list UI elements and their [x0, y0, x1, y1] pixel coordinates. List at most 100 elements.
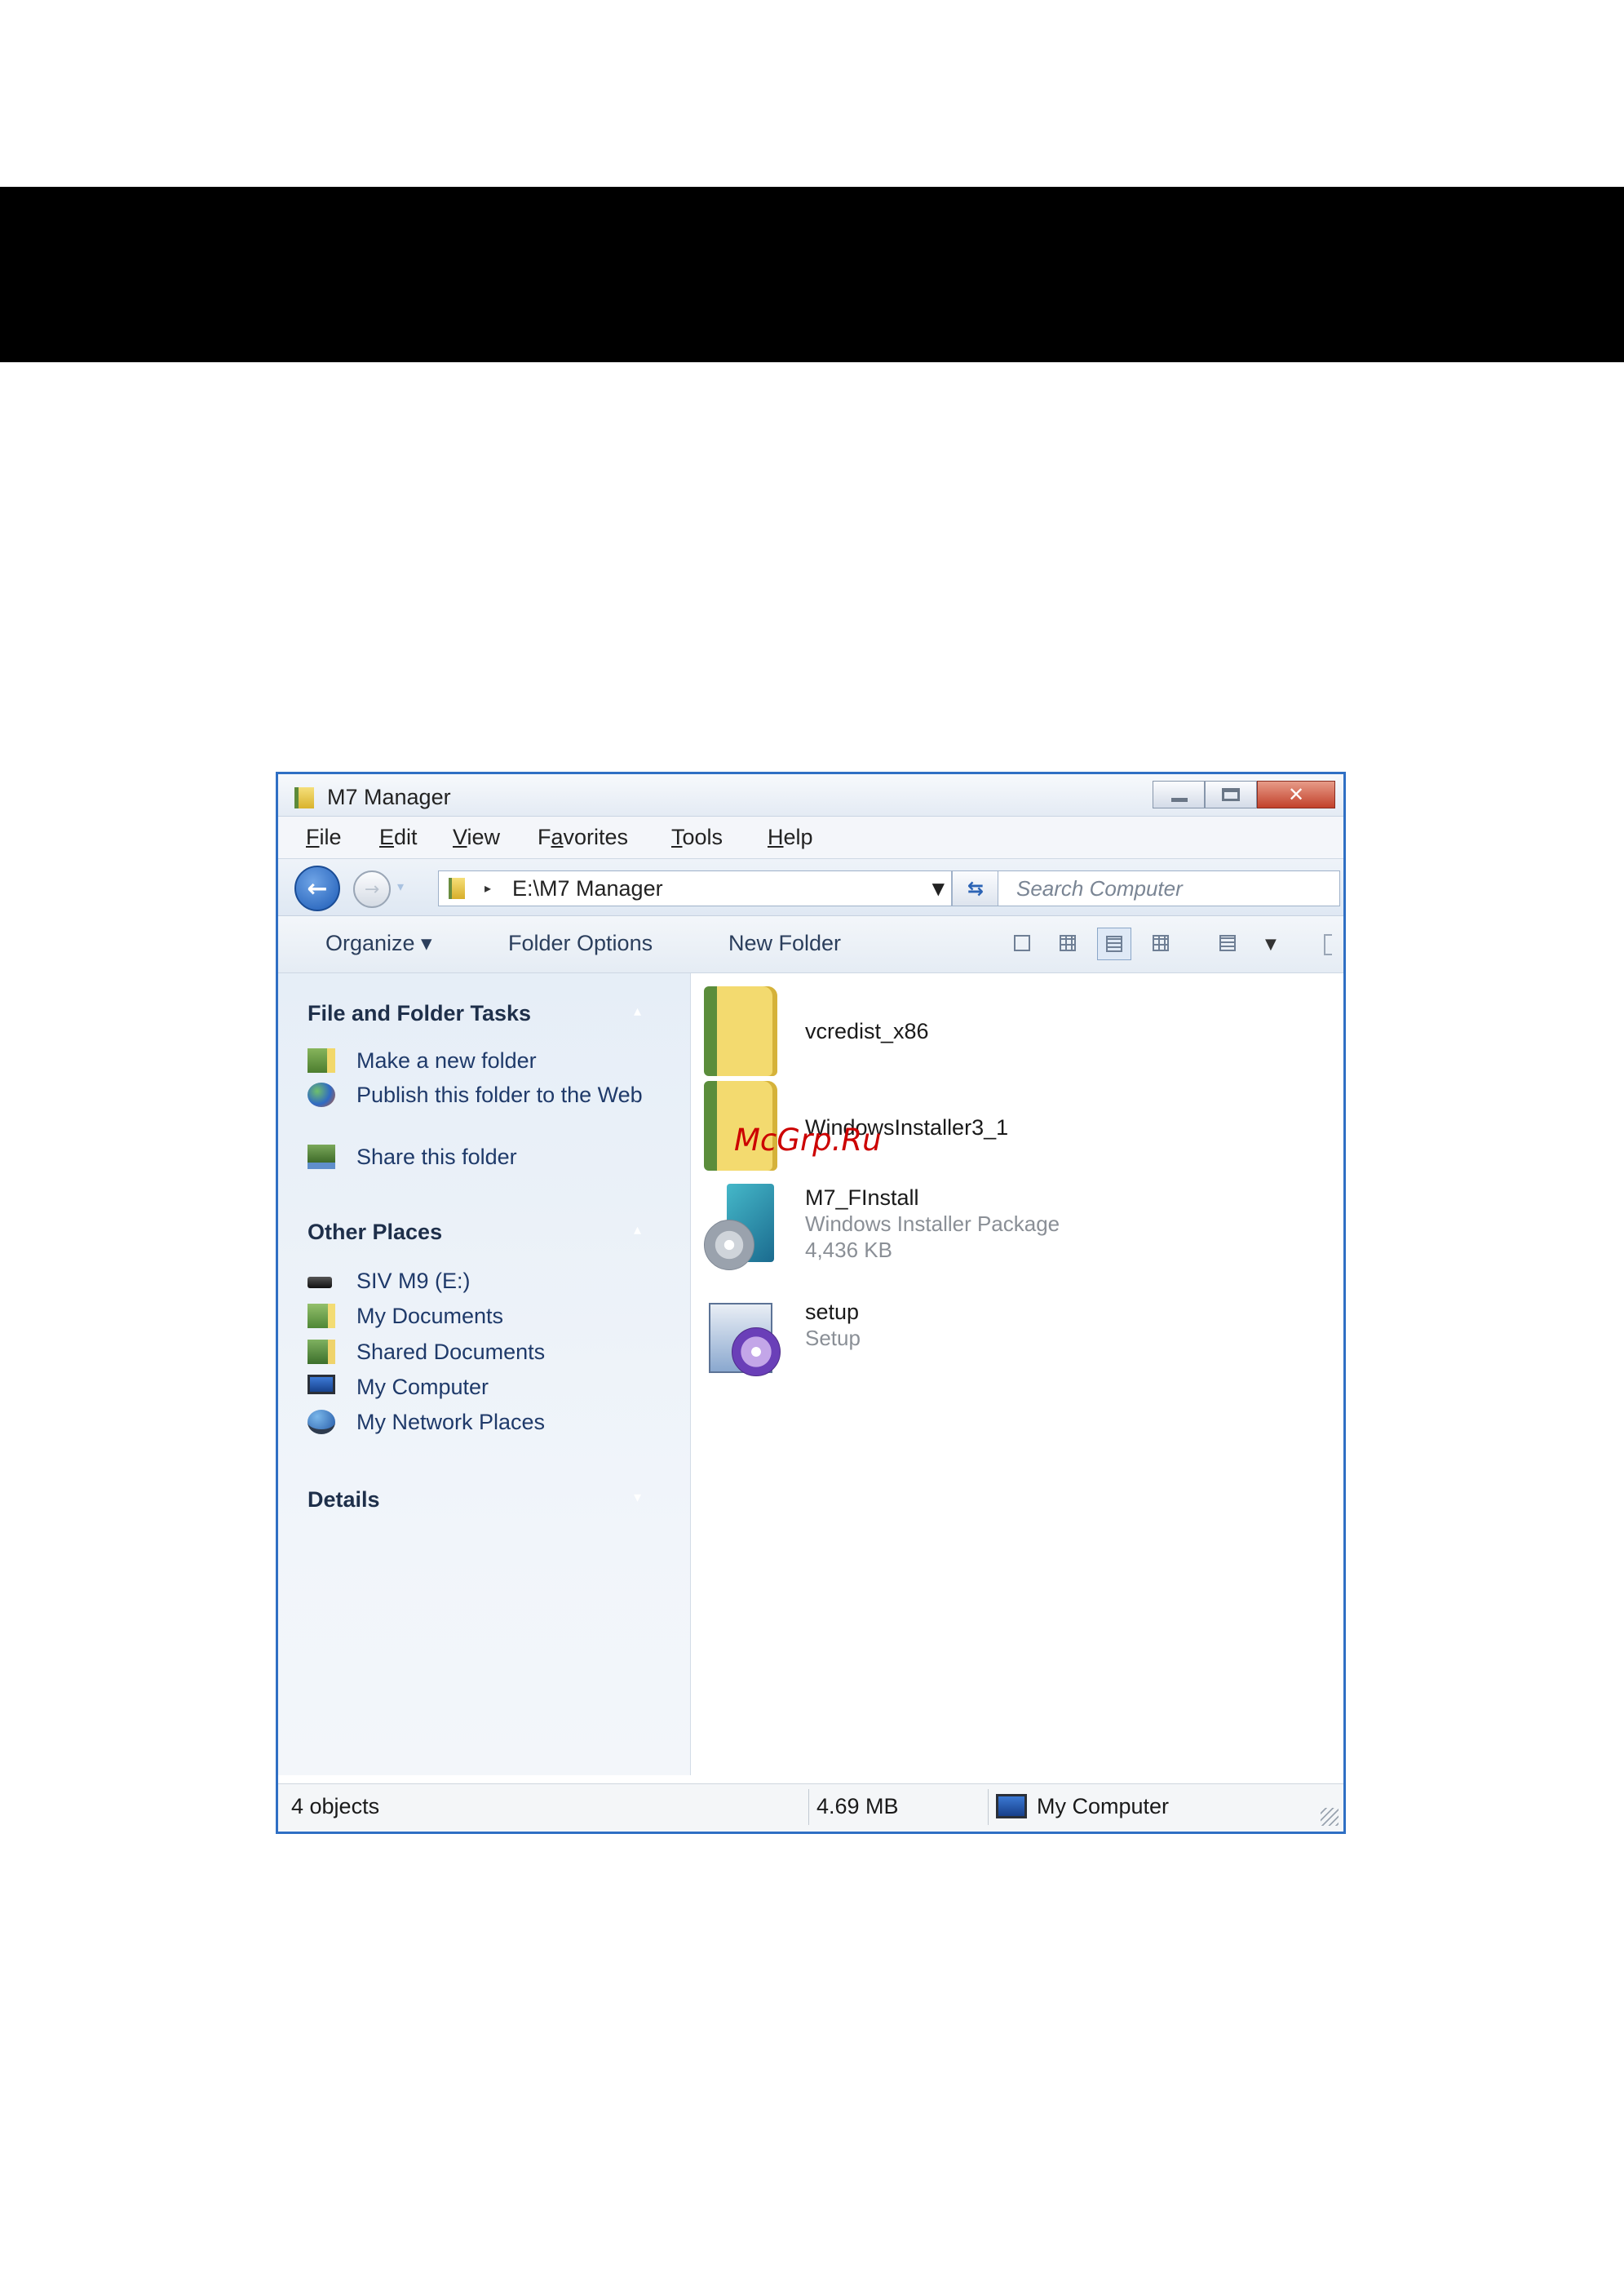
view-tiles-button[interactable]	[1097, 928, 1131, 960]
menu-view[interactable]: View	[453, 825, 500, 850]
menu-view-label: iew	[467, 825, 501, 849]
network-places-icon	[308, 1410, 335, 1434]
address-field[interactable]: ▸ E:\M7 Manager ▼	[438, 870, 952, 906]
minimize-icon	[1171, 798, 1188, 802]
command-toolbar: Organize ▾ Folder Options New Folder ▼	[278, 916, 1343, 973]
organize-button[interactable]: Organize ▾	[325, 931, 432, 956]
task-pane: File and Folder Tasks ▴ Make a new folde…	[278, 973, 691, 1775]
file-type: Windows Installer Package	[805, 1211, 1060, 1236]
view-thumbnails-button[interactable]	[1051, 928, 1086, 960]
list-view-icon	[1219, 935, 1236, 951]
tiles-view-icon	[1106, 936, 1122, 952]
close-icon: ✕	[1287, 783, 1305, 806]
place-label: My Network Places	[356, 1410, 546, 1434]
window-title: M7 Manager	[327, 785, 451, 809]
folder-icon	[294, 787, 314, 808]
menu-favorites-prefix: F	[538, 825, 551, 849]
expand-chevron-icon[interactable]: ▾	[634, 1489, 641, 1506]
title-bar[interactable]: M7 Manager ✕	[278, 774, 1343, 817]
back-arrow-icon: ←	[307, 874, 328, 903]
back-button[interactable]: ←	[294, 866, 340, 911]
refresh-icon: ⇆	[967, 877, 985, 900]
status-divider	[988, 1789, 989, 1825]
computer-icon	[996, 1794, 1027, 1818]
usb-drive-icon	[308, 1277, 332, 1288]
task-label: Make a new folder	[356, 1048, 537, 1073]
folder-icon	[704, 986, 777, 1076]
watermark: McGrp.Ru	[734, 1123, 882, 1158]
menu-help[interactable]: Help	[768, 825, 813, 850]
task-label: Publish this folder to the Web	[356, 1083, 643, 1107]
task-label: Share this folder	[356, 1145, 517, 1169]
share-folder-icon	[308, 1145, 335, 1169]
view-icons-button[interactable]	[1144, 928, 1179, 960]
disc-shape	[732, 1327, 781, 1376]
explorer-window: M7 Manager ✕ File Edit View Favorites To…	[276, 772, 1346, 1834]
collapse-chevron-icon[interactable]: ▴	[634, 1003, 641, 1020]
file-name: M7_FInstall	[805, 1185, 919, 1210]
thumbnails-view-icon	[1060, 935, 1076, 951]
menu-edit-mnemonic: E	[379, 825, 395, 849]
view-list-button[interactable]	[1211, 928, 1246, 960]
view-dropdown-icon[interactable]: ▼	[1265, 936, 1277, 953]
black-header-band	[0, 187, 1624, 362]
file-size: 4,436 KB	[805, 1238, 892, 1262]
folder-icon	[449, 878, 465, 899]
menu-file-label: ile	[319, 825, 342, 849]
maximize-button[interactable]	[1205, 781, 1257, 808]
menu-bar: File Edit View Favorites Tools Help	[278, 817, 1343, 859]
truncated-toolbar-icon	[1324, 934, 1332, 955]
installer-package-icon	[704, 1184, 777, 1273]
resize-grip-icon[interactable]	[1321, 1808, 1339, 1826]
file-type: Setup	[805, 1326, 861, 1350]
place-label: SIV M9 (E:)	[356, 1269, 471, 1293]
search-box	[998, 870, 1340, 906]
close-button[interactable]: ✕	[1257, 781, 1335, 808]
breadcrumb-arrow-icon[interactable]: ▸	[485, 880, 491, 896]
shared-documents-icon	[308, 1340, 335, 1364]
menu-edit[interactable]: Edit	[379, 825, 418, 850]
status-divider	[808, 1789, 809, 1825]
menu-favorites-mnemonic: a	[551, 825, 564, 849]
place-label: My Computer	[356, 1375, 489, 1399]
file-item-m7-finstall[interactable]: M7_FInstall Windows Installer Package 4,…	[704, 1180, 1324, 1278]
menu-tools-label: ools	[682, 825, 723, 849]
maximize-icon	[1222, 788, 1240, 801]
view-filmstrip-button[interactable]	[1006, 928, 1040, 960]
address-dropdown-icon[interactable]: ▼	[932, 879, 945, 898]
menu-help-mnemonic: H	[768, 825, 784, 849]
file-folder-tasks-heading[interactable]: File and Folder Tasks	[308, 1001, 531, 1026]
search-input[interactable]	[998, 871, 1339, 906]
recent-pages-dropdown[interactable]: ▾	[397, 879, 404, 894]
forward-arrow-icon: →	[364, 879, 380, 900]
file-list: vcredist_x86 WindowsInstaller3_1 M7_FIns…	[691, 973, 1343, 1775]
object-count: 4 objects	[291, 1794, 380, 1818]
menu-tools[interactable]: Tools	[671, 825, 723, 850]
minimize-button[interactable]	[1153, 781, 1205, 808]
menu-tools-mnemonic: T	[671, 825, 683, 849]
file-item-setup[interactable]: setup Setup	[704, 1296, 1324, 1394]
file-item-vcredist[interactable]: vcredist_x86	[704, 986, 1324, 1084]
refresh-button[interactable]: ⇆	[952, 870, 999, 906]
status-location: My Computer	[1037, 1794, 1170, 1818]
folder-options-button[interactable]: Folder Options	[508, 931, 653, 956]
forward-button[interactable]: →	[353, 870, 391, 908]
menu-help-label: elp	[783, 825, 813, 849]
computer-icon	[308, 1375, 335, 1394]
collapse-chevron-icon[interactable]: ▴	[634, 1221, 641, 1238]
menu-favorites-label: vorites	[563, 825, 629, 849]
address-path[interactable]: E:\M7 Manager	[512, 876, 663, 901]
new-folder-button[interactable]: New Folder	[728, 931, 841, 956]
place-label: Shared Documents	[356, 1340, 546, 1364]
file-name: setup	[805, 1300, 860, 1324]
menu-favorites[interactable]: Favorites	[538, 825, 628, 850]
status-bar: 4 objects 4.69 MB My Computer	[278, 1783, 1343, 1831]
window-controls: ✕	[1153, 781, 1335, 808]
details-heading[interactable]: Details	[308, 1487, 380, 1513]
address-bar-row: ← → ▾ ▸ E:\M7 Manager ▼ ⇆	[278, 859, 1343, 916]
menu-file[interactable]: File	[306, 825, 342, 850]
new-folder-icon	[308, 1048, 335, 1073]
place-label: My Documents	[356, 1304, 504, 1328]
my-documents-icon	[308, 1304, 335, 1328]
other-places-heading[interactable]: Other Places	[308, 1220, 442, 1245]
